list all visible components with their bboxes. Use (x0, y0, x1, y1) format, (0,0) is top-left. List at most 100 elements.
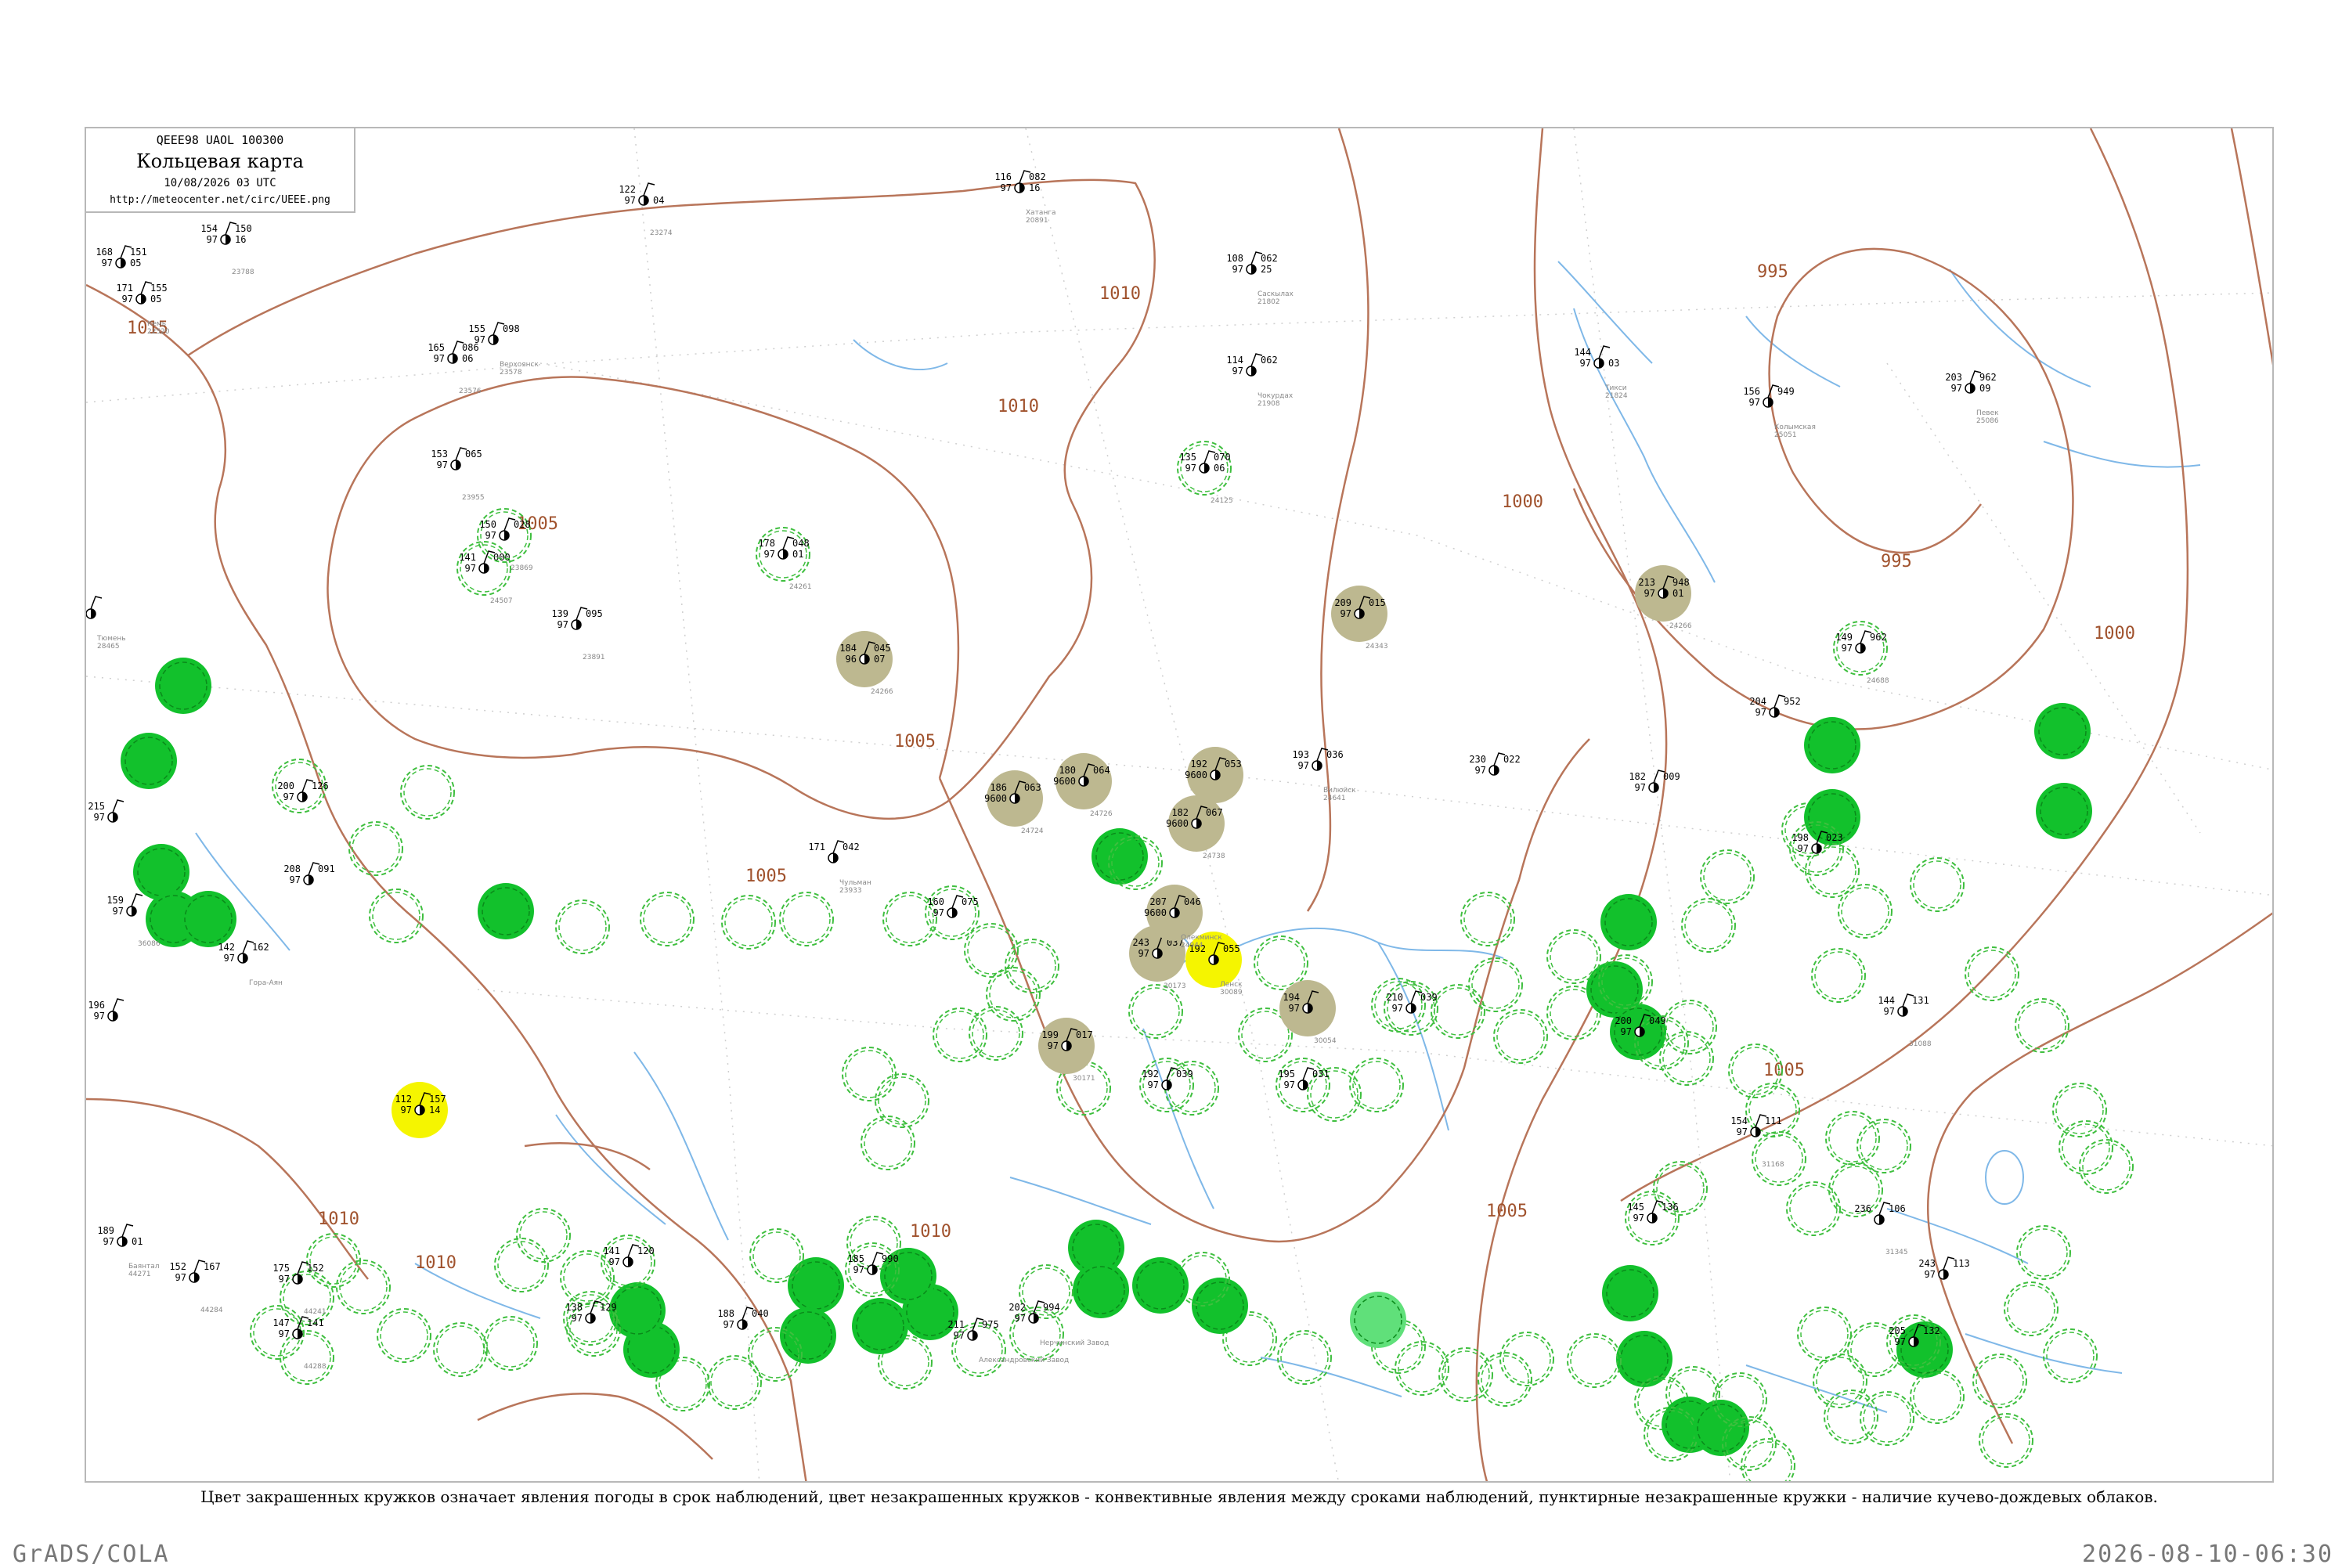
weather-station[interactable]: 150 028 97 23869 (477, 508, 533, 572)
station-ring (1965, 946, 2019, 1001)
weather-station[interactable]: 160 075 97 (925, 885, 980, 940)
weather-station[interactable]: 209 015 97 24343 (1331, 586, 1388, 651)
weather-station[interactable]: 135 070 97 06 24125 (1177, 441, 1233, 505)
station-ring (2059, 1120, 2113, 1175)
weather-station[interactable]: 195 031 97 (1276, 1058, 1330, 1112)
cumulonimbus-ring-inner (352, 824, 400, 873)
station-pressure: 120 (637, 1245, 655, 1256)
station-index: 24738 (1203, 852, 1225, 860)
weather-station[interactable]: 139 095 97 23891 (551, 607, 605, 661)
station-pressure: 039 (1176, 1069, 1193, 1080)
station-pressure: 015 (1369, 597, 1386, 608)
weather-station[interactable]: 14497 03 Тикси21824 (1574, 345, 1628, 400)
weather-station[interactable]: 210 039 97 (1384, 981, 1438, 1036)
weather-station[interactable]: 200 126 97 (277, 779, 329, 802)
station-temperature: 195 (1278, 1069, 1295, 1080)
weather-station[interactable]: 155 09897Верхоянск23578 (468, 322, 539, 377)
weather-station[interactable]: 168 151 97 05 (96, 245, 147, 269)
weather-station[interactable]: 192 039 97 (1139, 1058, 1194, 1112)
weather-station[interactable]: 184 045 96 07 24266 (836, 631, 893, 696)
weather-station[interactable]: 243 113 97 (1918, 1256, 1970, 1280)
station-temperature: 171 (116, 283, 133, 294)
weather-station[interactable]: 152 167 97 44284 (169, 1260, 223, 1314)
station-dewpoint: 97 (853, 1264, 864, 1275)
weather-station[interactable]: 116 082 97 16 Хатанга20891 (994, 170, 1056, 225)
weather-station[interactable]: 19697 (88, 998, 124, 1022)
station-ring (336, 1260, 391, 1314)
station-index: 31168 (1762, 1161, 1784, 1169)
weather-station[interactable]: 174Тюмень28465 (86, 596, 126, 651)
weather-station[interactable]: 192 053 9600 (1185, 747, 1243, 803)
station-tendency: 01 (1672, 588, 1683, 599)
station-ring (1825, 1111, 1880, 1166)
station-ring (1349, 1058, 1404, 1112)
weather-station[interactable]: 153 065 97 23955 (431, 447, 485, 502)
weather-station[interactable]: 165 086 97 06 23576 (428, 341, 482, 395)
station-pressure: 082 (1029, 171, 1046, 182)
weather-station[interactable]: 182 067 9600 24738 (1166, 795, 1225, 860)
weather-station[interactable]: 230 022 97 (1469, 752, 1521, 776)
station-temperature: 204 (1749, 696, 1766, 707)
weather-station[interactable]: 154 111 97 31168 (1730, 1114, 1784, 1169)
station-tendency: 01 (792, 549, 803, 560)
station-ring (516, 1208, 571, 1263)
station-name: Саскылах (1257, 290, 1294, 298)
weather-phenomenon-disc (478, 883, 534, 939)
station-dewpoint: 97 (1185, 463, 1196, 474)
station-ring (609, 1282, 666, 1339)
weather-station[interactable]: 147 141 97 44288 (272, 1316, 327, 1371)
station-dewpoint: 97 (290, 874, 301, 885)
station-name: Александровский Завод (979, 1357, 1069, 1364)
weather-station[interactable]: 144 131 97 31088 (1878, 993, 1932, 1048)
weather-station[interactable]: 19497 30054 (1279, 980, 1337, 1045)
station-dewpoint: 97 (224, 953, 235, 964)
weather-station[interactable]: 149 962 97 24688 (1833, 621, 1889, 685)
weather-station[interactable]: 203 962 97 09 Певек25086 (1945, 370, 1999, 425)
station-temperature: 193 (1292, 749, 1309, 760)
weather-station[interactable]: 208 091 97 (283, 862, 335, 885)
weather-station[interactable]: 145 136 97 (1625, 1191, 1680, 1245)
weather-station[interactable]: 188 040 97 (717, 1307, 769, 1330)
weather-station[interactable]: 178 048 97 01 24261 (756, 527, 812, 591)
weather-station[interactable]: 236 106 31345 (1854, 1202, 1908, 1256)
station-pressure: 111 (1765, 1116, 1782, 1126)
weather-station[interactable]: 199 017 97 30171 (1038, 1018, 1095, 1083)
weather-station[interactable]: 21597 (88, 799, 124, 823)
cumulonimbus-ring-inner (972, 1009, 1020, 1058)
weather-station[interactable]: 18997 01 Баянтал44271 (97, 1224, 160, 1278)
cumulonimbus-ring-inner (1703, 852, 1752, 901)
cumulonimbus-ring (377, 1308, 431, 1363)
weather-station[interactable]: 112 157 97 14 (392, 1082, 448, 1138)
station-temperature: 182 (1629, 771, 1646, 782)
weather-station[interactable]: 204 952 97 (1749, 694, 1801, 718)
weather-station[interactable]: 142 162 97 Гора-Аян (218, 940, 283, 987)
weather-station[interactable]: 186 063 9600 24724 (984, 770, 1044, 835)
station-ring (400, 765, 455, 820)
station-dewpoint: 97 (1232, 264, 1243, 275)
weather-station[interactable]: 141 120 97 (601, 1235, 655, 1289)
station-temperature: 205 (1889, 1325, 1906, 1336)
station-ring (1616, 1331, 1672, 1387)
station-ring (1700, 849, 1755, 904)
isobar-label: 1005 (1486, 1202, 1528, 1221)
weather-station[interactable]: 108 062 97 25 Саскылах21802 (1226, 251, 1294, 306)
weather-station[interactable]: 193 036 97 Вилюйск24641 (1292, 748, 1356, 802)
weather-station[interactable]: 175 152 97 44241 (272, 1261, 327, 1316)
weather-station[interactable]: 171 042 Чульман23933 (808, 840, 871, 895)
station-ring (1132, 1257, 1189, 1314)
cumulonimbus-ring (2043, 1328, 2098, 1383)
weather-station[interactable]: 180 064 9600 24726 (1053, 753, 1113, 818)
station-ring (348, 821, 403, 876)
weather-station[interactable]: 156 949 97 Колымская25051 (1743, 384, 1816, 439)
weather-station[interactable]: 114 062 97 Чокурдах21908 (1226, 353, 1294, 408)
weather-station[interactable]: 141 0009724507 (456, 541, 513, 605)
station-index: 23933 (839, 887, 862, 895)
weather-station[interactable]: 154 150 97 16 23788 (200, 222, 254, 276)
station-dewpoint: 97 (1635, 782, 1646, 793)
source-url[interactable]: http://meteocenter.net/circ/UEEE.png (86, 194, 354, 206)
station-tendency: 06 (1214, 463, 1225, 474)
station-index: 24266 (1669, 622, 1692, 630)
station-dewpoint: 97 (954, 1330, 965, 1341)
station-index: 25051 (1774, 431, 1797, 439)
map-title: Кольцевая карта (136, 150, 304, 172)
